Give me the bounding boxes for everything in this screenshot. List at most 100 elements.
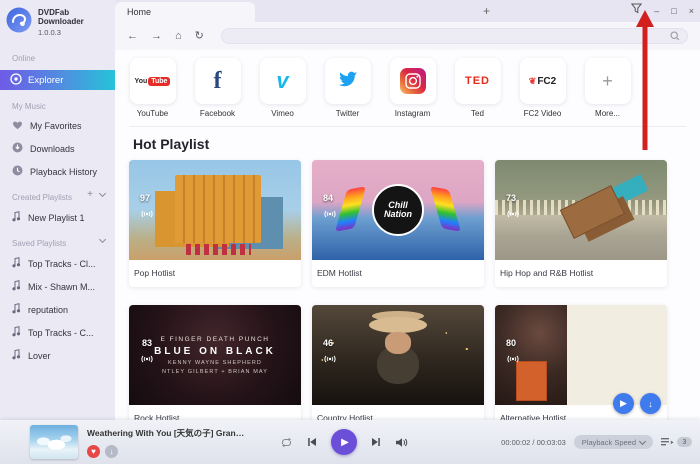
sidebar-item-downloads[interactable]: Downloads xyxy=(0,137,115,160)
download-playlist-button[interactable]: ↓ xyxy=(640,393,661,414)
volume-icon[interactable] xyxy=(395,437,408,448)
player-right-controls: 00:00:02 / 00:03:03 Playback Speed 3 xyxy=(501,420,692,464)
sidebar-item-saved-playlist[interactable]: Mix - Shawn M... xyxy=(0,275,115,298)
forward-button[interactable]: → xyxy=(151,31,162,42)
add-playlist-button[interactable]: + xyxy=(87,189,93,200)
playback-controls: ▶ xyxy=(280,420,408,464)
chill-nation-logo: Chill Nation xyxy=(372,184,424,236)
favorite-button[interactable]: ♥ xyxy=(87,445,100,458)
site-tile-youtube[interactable]: YouTube YouTube xyxy=(129,58,176,118)
thumbnail-text: BLUE ON BLACK xyxy=(154,346,276,357)
play-queue-button[interactable]: 3 xyxy=(661,437,692,447)
now-playing-album-art xyxy=(30,425,78,459)
search-input[interactable] xyxy=(221,28,688,44)
app-logo-row: DVDFab Downloader 1.0.0.3 xyxy=(0,0,115,44)
playlist-card-edm[interactable]: 84 Chill Nation EDM Hotlist xyxy=(312,160,484,287)
playlist-note-icon xyxy=(12,326,21,339)
app-version: 1.0.0.3 xyxy=(38,28,111,37)
playlist-stats: 84 xyxy=(323,193,337,223)
broadcast-icon xyxy=(140,205,154,223)
sidebar-item-saved-playlist[interactable]: Lover xyxy=(0,344,115,367)
playlist-card-alternative[interactable]: 80 ▶ ↓ Alternative Hotlist xyxy=(495,305,667,420)
sidebar-item-explorer[interactable]: Explorer xyxy=(0,70,115,90)
history-clock-icon xyxy=(12,165,23,178)
heart-icon xyxy=(12,120,23,132)
maximize-button[interactable]: □ xyxy=(671,4,676,18)
playlist-stats: 97 xyxy=(140,193,154,223)
site-label: More... xyxy=(595,109,620,118)
site-shortcuts-row: YouTube YouTube f Facebook v Vimeo xyxy=(129,58,686,118)
funnel-icon[interactable] xyxy=(631,3,642,18)
repeat-icon[interactable] xyxy=(280,437,293,448)
site-tile-fc2[interactable]: ❦FC2 FC2 Video xyxy=(519,58,566,118)
twitter-bird-icon xyxy=(337,68,359,95)
vimeo-icon: v xyxy=(276,68,288,94)
next-track-button[interactable] xyxy=(371,437,381,447)
sidebar-item-label: Playback History xyxy=(30,167,97,177)
now-playing-info: Weathering With You [天気の子] Grand Escape … xyxy=(87,427,245,458)
tab-home[interactable]: Home xyxy=(115,2,255,22)
back-button[interactable]: ← xyxy=(127,31,138,42)
previous-track-button[interactable] xyxy=(307,437,317,447)
new-tab-button[interactable]: + xyxy=(483,4,490,18)
sidebar-item-playback-history[interactable]: Playback History xyxy=(0,160,115,183)
download-track-button[interactable]: ↓ xyxy=(105,445,118,458)
app-logo xyxy=(6,7,32,38)
playlist-card-hiphop[interactable]: 73 Hip Hop and R&B Hotlist xyxy=(495,160,667,287)
site-tile-facebook[interactable]: f Facebook xyxy=(194,58,241,118)
sidebar-item-label: Top Tracks - Cl... xyxy=(28,259,96,269)
playlist-thumbnail: 46 xyxy=(312,305,484,405)
sidebar-item-my-favorites[interactable]: My Favorites xyxy=(0,115,115,137)
sidebar-item-saved-playlist[interactable]: reputation xyxy=(0,298,115,321)
playlist-stats: 46 xyxy=(323,338,337,368)
sidebar-item-saved-playlist[interactable]: Top Tracks - Cl... xyxy=(0,252,115,275)
chevron-down-icon[interactable] xyxy=(99,236,106,243)
app-name: DVDFab Downloader xyxy=(38,8,111,26)
playback-speed-dropdown[interactable]: Playback Speed xyxy=(574,435,653,449)
broadcast-icon xyxy=(506,350,520,368)
sidebar-item-saved-playlist[interactable]: Top Tracks - C... xyxy=(0,321,115,344)
playlist-card-country[interactable]: 46 Country Hotlist xyxy=(312,305,484,420)
site-tile-vimeo[interactable]: v Vimeo xyxy=(259,58,306,118)
player-bar: Weathering With You [天気の子] Grand Escape … xyxy=(0,420,700,464)
playlist-card-pop[interactable]: 97 Pop Hotlist xyxy=(129,160,301,287)
play-button[interactable]: ▶ xyxy=(331,429,357,455)
home-button[interactable]: ⌂ xyxy=(175,31,182,42)
broadcast-icon xyxy=(506,205,520,223)
search-icon[interactable] xyxy=(670,31,680,41)
site-tile-instagram[interactable]: Instagram xyxy=(389,58,436,118)
sidebar-item-label: Downloads xyxy=(30,144,75,154)
site-tile-twitter[interactable]: Twitter xyxy=(324,58,371,118)
time-display: 00:00:02 / 00:03:03 xyxy=(501,438,566,447)
saved-playlists-section-label: Saved Playlists xyxy=(0,229,100,252)
playlist-stats: 80 xyxy=(506,338,520,368)
close-button[interactable]: × xyxy=(689,4,694,18)
chevron-down-icon[interactable] xyxy=(99,190,106,197)
sidebar-item-new-playlist-1[interactable]: New Playlist 1 xyxy=(0,206,115,229)
navigation-bar: ← → ⌂ ↻ xyxy=(115,22,700,50)
thumbnail-text: KENNY WAYNE SHEPHERD xyxy=(168,360,262,366)
playlist-thumbnail: 73 xyxy=(495,160,667,260)
site-tile-ted[interactable]: TED Ted xyxy=(454,58,501,118)
playlist-card-rock[interactable]: 83 E FINGER DEATH PUNCH BLUE ON BLACK KE… xyxy=(129,305,301,420)
tab-strip: Home + – □ × xyxy=(115,0,700,22)
site-tile-more[interactable]: + More... xyxy=(584,58,631,118)
sidebar-item-label: Mix - Shawn M... xyxy=(28,282,95,292)
fc2-icon: ❦FC2 xyxy=(529,76,556,87)
track-count: 73 xyxy=(506,193,520,203)
refresh-button[interactable]: ↻ xyxy=(195,31,204,42)
playlist-card-label: Pop Hotlist xyxy=(129,260,301,287)
track-count: 83 xyxy=(140,338,154,348)
site-label: Facebook xyxy=(200,109,235,118)
playlist-note-icon xyxy=(12,211,21,224)
playlist-stats: 83 xyxy=(140,338,154,368)
hot-playlist-title: Hot Playlist xyxy=(133,136,686,152)
site-label: Twitter xyxy=(336,109,360,118)
playlist-card-label: Rock Hotlist xyxy=(129,405,301,420)
created-playlists-section-label: Created Playlists xyxy=(0,183,87,206)
playlist-card-grid: 97 Pop Hotlist 84 Chill Nation xyxy=(129,160,686,420)
playlist-thumbnail: 83 E FINGER DEATH PUNCH BLUE ON BLACK KE… xyxy=(129,305,301,405)
playlist-card-label: Hip Hop and R&B Hotlist xyxy=(495,260,667,287)
play-playlist-button[interactable]: ▶ xyxy=(613,393,634,414)
minimize-button[interactable]: – xyxy=(654,4,659,18)
